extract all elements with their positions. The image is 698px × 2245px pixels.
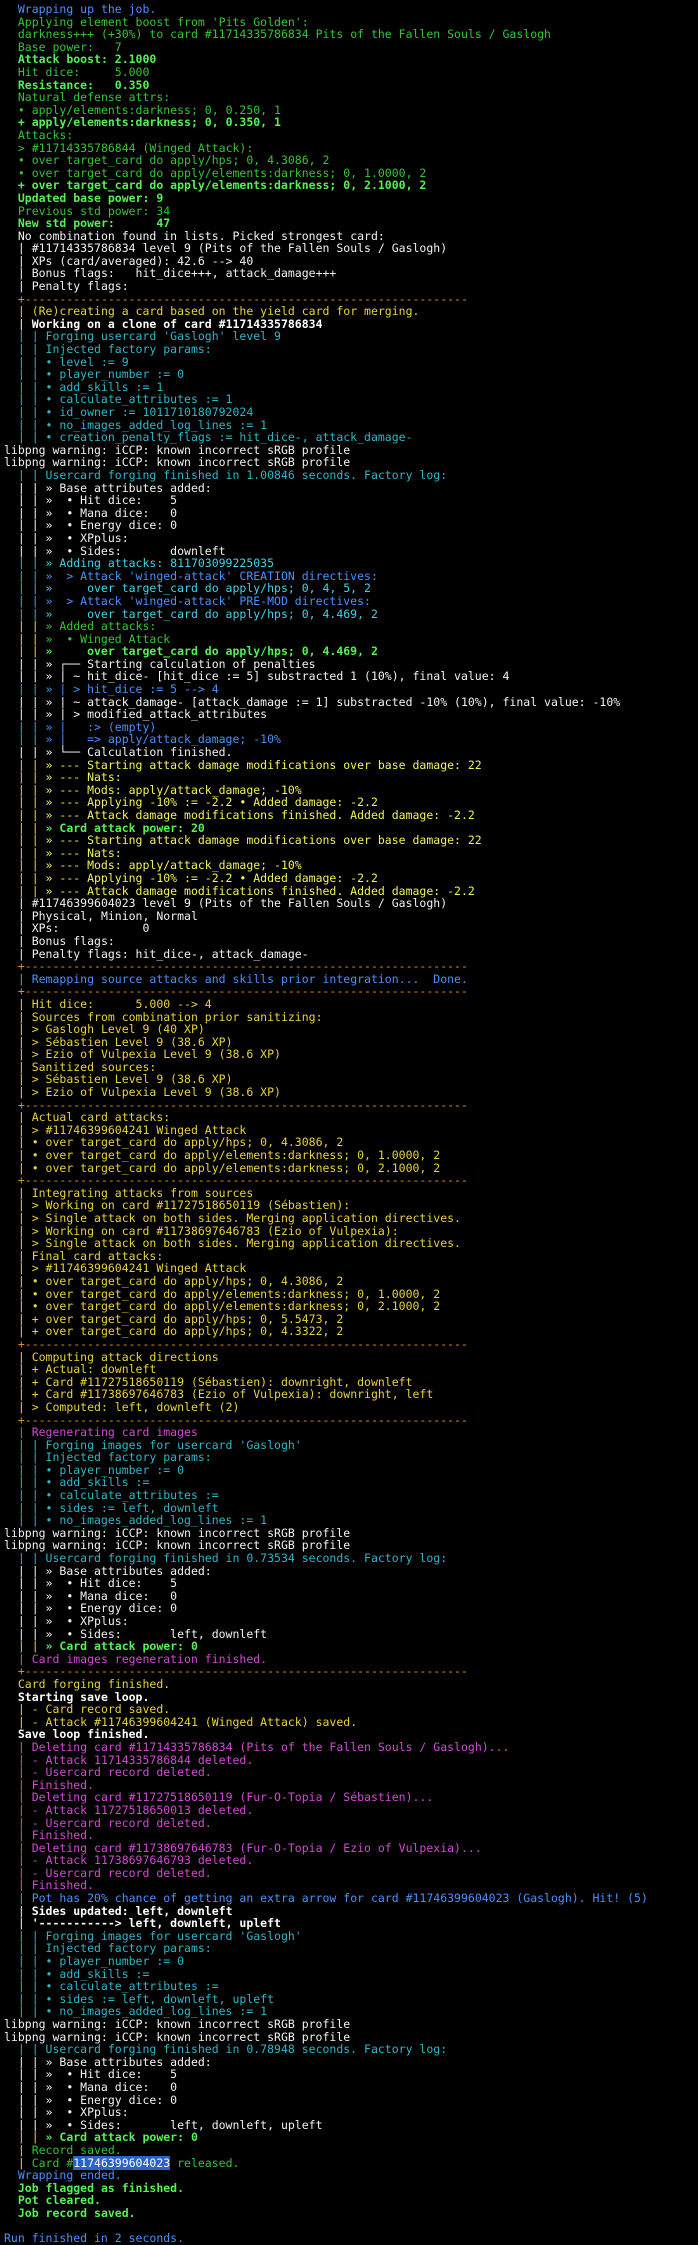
line-prefix — [4, 2206, 18, 2220]
terminal-line: | - Usercard record deleted. — [4, 1816, 698, 1830]
line-text: Job record saved. — [17, 2205, 136, 2220]
terminal-line: + apply/elements:darkness; 0, 0.350, 1 — [4, 116, 698, 129]
terminal-line: Job record saved. — [4, 2207, 698, 2220]
line-text: Run finished in 2 seconds. — [4, 2231, 185, 2245]
terminal-line: | - Usercard record deleted. — [4, 1766, 698, 1779]
terminal-output[interactable]: Wrapping up the job. Applying element bo… — [0, 0, 698, 2245]
terminal-line: Job flagged as finished. — [4, 2181, 698, 2195]
terminal-line: Run finished in 2 seconds. — [4, 2232, 698, 2245]
terminal-line: | - Usercard record deleted. — [4, 1867, 698, 1880]
